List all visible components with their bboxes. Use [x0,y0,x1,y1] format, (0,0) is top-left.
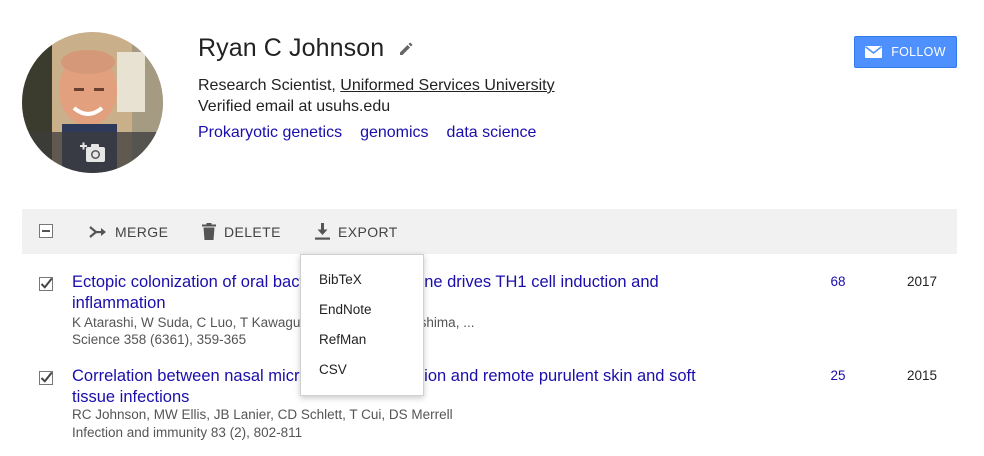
merge-button[interactable]: MERGE [89,209,168,254]
pencil-icon[interactable] [398,41,414,57]
export-csv[interactable]: CSV [301,357,423,387]
affiliation-organization-link[interactable]: Uniformed Services University [340,77,554,94]
profile-affiliation: Research Scientist, Uniformed Services U… [198,77,555,95]
download-icon [315,223,330,240]
checkbox-checked-icon[interactable] [39,277,53,291]
article-year: 2015 [906,368,938,383]
export-refman[interactable]: RefMan [301,327,423,357]
delete-label: DELETE [224,223,281,240]
research-interests: Prokaryotic genetics genomics data scien… [198,124,554,142]
merge-label: MERGE [115,223,169,240]
article-authors: RC Johnson, MW Ellis, JB Lanier, CD Schl… [72,407,453,422]
profile-name: Ryan C Johnson [198,34,385,62]
delete-button[interactable]: DELETE [202,209,281,254]
follow-label: FOLLOW [891,45,946,59]
camera-plus-icon [79,142,105,162]
article-year: 2017 [906,274,938,289]
cited-by-link[interactable]: 68 [802,274,874,289]
cited-by-link[interactable]: 25 [802,368,874,383]
checkbox-checked-icon[interactable] [39,371,53,385]
profile-name-row: Ryan C Johnson [198,34,414,63]
export-label: EXPORT [338,223,398,240]
article-venue: Infection and immunity 83 (2), 802-811 [72,425,303,440]
export-button[interactable]: EXPORT [315,209,398,254]
export-bibtex[interactable]: BibTeX [301,267,423,297]
follow-button[interactable]: FOLLOW [854,36,957,68]
merge-icon [89,225,106,238]
article-row: Correlation between nasal microbiome com… [22,366,957,446]
article-row: Ectopic colonization of oral bacteria in… [22,272,957,352]
interest-link[interactable]: data science [447,124,537,142]
interest-link[interactable]: genomics [360,124,428,142]
profile-avatar[interactable] [22,32,163,173]
affiliation-title: Research Scientist, [198,77,341,94]
interest-link[interactable]: Prokaryotic genetics [198,124,342,142]
mail-icon [865,46,883,58]
export-endnote[interactable]: EndNote [301,297,423,327]
trash-icon [202,223,216,240]
export-dropdown-menu: BibTeX EndNote RefMan CSV [300,254,424,396]
avatar-upload-overlay[interactable] [22,132,163,173]
select-all-checkbox[interactable] [39,224,53,238]
verified-email: Verified email at usuhs.edu [198,98,391,115]
article-venue: Science 358 (6361), 359-365 [72,332,247,347]
articles-toolbar: MERGE DELETE EXPORT [22,209,957,254]
